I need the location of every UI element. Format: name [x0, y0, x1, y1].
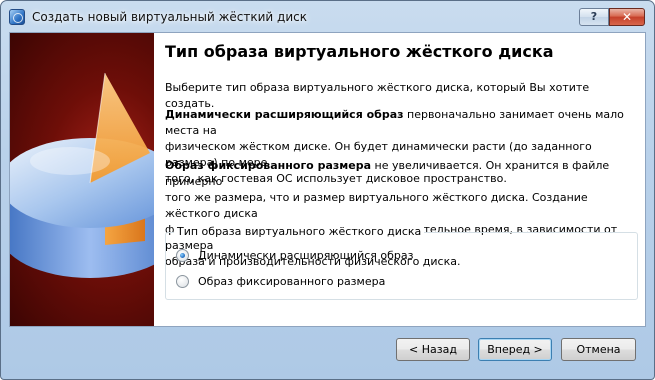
dialog-window: Создать новый виртуальный жёсткий диск ?… [0, 0, 655, 380]
back-button[interactable]: < Назад [396, 338, 470, 361]
image-type-legend: Тип образа виртуального жёсткого диска [174, 225, 425, 238]
page-content: Тип образа виртуального жёсткого диска В… [154, 33, 645, 326]
fixed-term: Образ фиксированного размера [165, 159, 372, 172]
radio-fixed-image[interactable]: Образ фиксированного размера [176, 273, 385, 289]
title-bar[interactable]: Создать новый виртуальный жёсткий диск ?… [1, 1, 654, 31]
window-title: Создать новый виртуальный жёсткий диск [32, 10, 307, 24]
radio-dynamic-image[interactable]: Динамически расширяющийся образ [176, 247, 413, 263]
wizard-page: Тип образа виртуального жёсткого диска В… [9, 32, 646, 327]
radio-dynamic-label[interactable]: Динамически расширяющийся образ [198, 249, 413, 262]
page-title: Тип образа виртуального жёсткого диска [165, 42, 554, 61]
radio-button-checked[interactable] [176, 248, 189, 262]
close-button[interactable]: ✕ [609, 8, 645, 26]
image-type-groupbox: Тип образа виртуального жёсткого диска Д… [165, 225, 638, 300]
help-button[interactable]: ? [579, 8, 609, 26]
fixed-text-line-2: того же размера, что и размер виртуально… [165, 191, 588, 220]
next-button[interactable]: Вперед > [478, 338, 552, 361]
radio-button-unchecked[interactable] [176, 274, 189, 288]
virtualbox-icon [9, 9, 25, 25]
radio-fixed-label[interactable]: Образ фиксированного размера [198, 275, 385, 288]
hard-disk-pie-graphic [10, 72, 154, 278]
cancel-button[interactable]: Отмена [561, 338, 636, 361]
dynamic-term: Динамически расширяющийся образ [165, 108, 404, 121]
hard-disk-illustration [10, 33, 154, 326]
